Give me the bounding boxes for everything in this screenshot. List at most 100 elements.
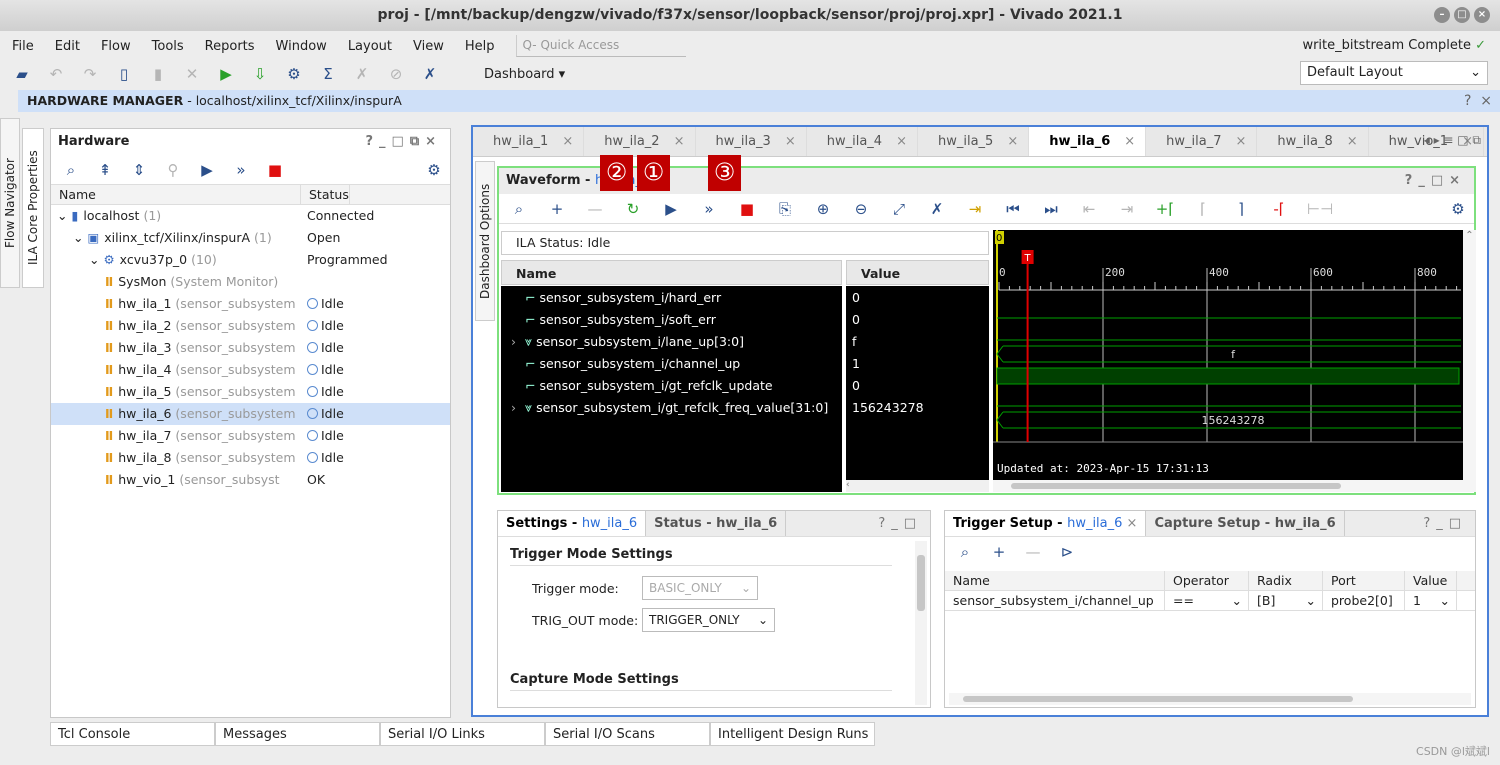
trig-out-select[interactable]: TRIGGER_ONLY ⌄: [642, 608, 775, 632]
waveform-canvas[interactable]: 0 200 400 600 8000f156243278T: [993, 230, 1463, 480]
prev-transition-icon[interactable]: ⇤: [1079, 200, 1099, 218]
remove-icon[interactable]: —: [1023, 543, 1043, 561]
signal-row[interactable]: ⌐ sensor_subsystem_i/soft_err: [501, 309, 842, 331]
undo-icon[interactable]: ↶: [46, 65, 66, 83]
redo-icon[interactable]: ↷: [80, 65, 100, 83]
tab-status[interactable]: Status - hw_ila_6: [646, 511, 787, 536]
hardware-row[interactable]: Ⅱhw_ila_8 (sensor_subsystem Idle: [51, 447, 450, 469]
expand-all-icon[interactable]: ⇕: [129, 161, 149, 179]
tab-hw_ila_2[interactable]: hw_ila_2 ×: [584, 127, 696, 156]
tab-link[interactable]: hw_ila_6: [1067, 516, 1122, 531]
tab-settings[interactable]: Settings - hw_ila_6: [498, 511, 647, 536]
wave-vscrollbar[interactable]: ⌃: [1463, 230, 1476, 480]
signal-row[interactable]: ⌐ sensor_subsystem_i/channel_up: [501, 353, 842, 375]
ila-core-properties-tab[interactable]: ILA Core Properties: [22, 128, 44, 288]
auto-connect-icon[interactable]: ⚲: [163, 161, 183, 179]
hardware-row[interactable]: ⌄ ▮ localhost (1) Connected: [51, 205, 450, 227]
menu-layout[interactable]: Layout: [348, 39, 392, 54]
hardware-row[interactable]: Ⅱhw_ila_1 (sensor_subsystem Idle: [51, 293, 450, 315]
hardware-row[interactable]: Ⅱhw_ila_7 (sensor_subsystem Idle: [51, 425, 450, 447]
col-value-header[interactable]: Value: [846, 260, 989, 285]
tab-trigger-setup[interactable]: Trigger Setup - hw_ila_6 ×: [945, 511, 1147, 536]
dashboard-options-tab[interactable]: Dashboard Options: [475, 161, 495, 321]
signal-row[interactable]: › ⩔ sensor_subsystem_i/gt_refclk_freq_valu…: [501, 397, 842, 419]
menu-window[interactable]: Window: [276, 39, 327, 54]
tab-nav-controls[interactable]: ◂ ▸ ≡ □ ⧉: [1424, 133, 1481, 148]
zoom-out-icon[interactable]: ⊖: [851, 200, 871, 218]
stop-trigger-icon[interactable]: ■: [737, 200, 757, 218]
menu-view[interactable]: View: [413, 39, 444, 54]
col-operator[interactable]: Operator: [1165, 571, 1249, 590]
tab-hw_ila_4[interactable]: hw_ila_4 ×: [807, 127, 918, 156]
delete-marker-icon[interactable]: -⌈: [1269, 200, 1289, 218]
close-icon[interactable]: ×: [562, 134, 573, 149]
hardware-row[interactable]: Ⅱhw_ila_2 (sensor_subsystem Idle: [51, 315, 450, 337]
tab-tcl-console[interactable]: Tcl Console: [50, 722, 215, 746]
panel-controls[interactable]: ?_□: [878, 511, 922, 537]
open-project-icon[interactable]: ▰: [12, 65, 32, 83]
panel-controls[interactable]: ?_□×: [1405, 168, 1466, 194]
close-icon[interactable]: ×: [1124, 134, 1135, 149]
export-icon[interactable]: ⎘: [775, 200, 795, 218]
close-icon[interactable]: ×: [1347, 134, 1358, 149]
menu-edit[interactable]: Edit: [55, 39, 80, 54]
disconnect-icon[interactable]: ✗: [420, 65, 440, 83]
hardware-row[interactable]: ⌄ ▣ xilinx_tcf/Xilinx/inspurA (1) Open: [51, 227, 450, 249]
tab-capture-setup[interactable]: Capture Setup - hw_ila_6: [1146, 511, 1345, 536]
go-to-end-icon[interactable]: ⏭: [1041, 200, 1061, 218]
sum-report-icon[interactable]: Σ: [318, 65, 338, 83]
paste-icon[interactable]: ▮: [148, 65, 168, 83]
flow-navigator-tab[interactable]: Flow Navigator: [0, 118, 20, 288]
col-radix[interactable]: Radix: [1249, 571, 1323, 590]
scroll-thumb[interactable]: [1011, 483, 1341, 489]
minimize-icon[interactable]: –: [1434, 7, 1450, 23]
next-transition-icon[interactable]: ⇥: [1117, 200, 1137, 218]
hardware-row[interactable]: Ⅱhw_ila_4 (sensor_subsystem Idle: [51, 359, 450, 381]
disconnect-icon[interactable]: ✗: [927, 200, 947, 218]
menu-help[interactable]: Help: [465, 39, 495, 54]
go-to-cursor-icon[interactable]: ⇥: [965, 200, 985, 218]
run-immediate-icon[interactable]: »: [231, 161, 251, 179]
scroll-thumb[interactable]: [963, 696, 1353, 702]
add-probe-icon[interactable]: +: [989, 543, 1009, 561]
radix-select[interactable]: [B] ⌄: [1249, 591, 1323, 610]
copy-icon[interactable]: ▯: [114, 65, 134, 83]
tab-messages[interactable]: Messages: [215, 722, 380, 746]
panel-controls[interactable]: ?_□: [1423, 511, 1467, 537]
tab-hw_ila_8[interactable]: hw_ila_8 ×: [1257, 127, 1369, 156]
tab-hw_ila_5[interactable]: hw_ila_5 ×: [918, 127, 1030, 156]
gear-icon[interactable]: ⚙: [1448, 200, 1468, 218]
collapse-all-icon[interactable]: ⇞: [95, 161, 115, 179]
auto-retrigger-icon[interactable]: ↻: [623, 200, 643, 218]
settings-icon[interactable]: ⚙: [284, 65, 304, 83]
trigger-condition-icon[interactable]: ⊳: [1057, 543, 1077, 561]
tab-hw_ila_1[interactable]: hw_ila_1 ×: [473, 127, 585, 156]
hardware-row[interactable]: Ⅱhw_ila_6 (sensor_subsystem Idle: [51, 403, 450, 425]
close-icon[interactable]: ×: [1474, 7, 1490, 23]
signal-row[interactable]: ⌐ sensor_subsystem_i/gt_refclk_update: [501, 375, 842, 397]
remove-icon[interactable]: —: [585, 200, 605, 218]
col-status[interactable]: Status: [301, 185, 350, 204]
zoom-in-icon[interactable]: ⊕: [813, 200, 833, 218]
run-icon[interactable]: ▶: [216, 65, 236, 83]
value-select[interactable]: 1 ⌄: [1405, 591, 1457, 610]
prev-marker-icon[interactable]: ⌈: [1193, 200, 1213, 218]
cancel-icon[interactable]: ✗: [352, 65, 372, 83]
expand-icon[interactable]: ›: [511, 331, 525, 353]
program-device-icon[interactable]: ⇩: [250, 65, 270, 83]
menu-reports[interactable]: Reports: [205, 39, 255, 54]
col-port[interactable]: Port: [1323, 571, 1405, 590]
signal-row[interactable]: ⌐ sensor_subsystem_i/hard_err: [501, 287, 842, 309]
add-probe-icon[interactable]: +: [547, 200, 567, 218]
search-icon[interactable]: ⌕: [955, 543, 975, 561]
hardware-row[interactable]: Ⅱ SysMon (System Monitor): [51, 271, 450, 293]
trigger-mode-select[interactable]: BASIC_ONLY ⌄: [642, 576, 758, 600]
hardware-row[interactable]: Ⅱhw_ila_5 (sensor_subsystem Idle: [51, 381, 450, 403]
quick-access-input[interactable]: Q- Quick Access: [515, 35, 686, 57]
add-marker-icon[interactable]: +⌈: [1155, 200, 1175, 218]
trigger-hscrollbar[interactable]: [949, 693, 1471, 705]
tab-hw_ila_7[interactable]: hw_ila_7 ×: [1146, 127, 1258, 156]
hardware-row[interactable]: ⌄ ⚙ xcvu37p_0 (10) Programmed: [51, 249, 450, 271]
hardware-row[interactable]: Ⅱhw_vio_1 (sensor_subsyst OK: [51, 469, 450, 491]
run-trigger-icon[interactable]: ▶: [661, 200, 681, 218]
